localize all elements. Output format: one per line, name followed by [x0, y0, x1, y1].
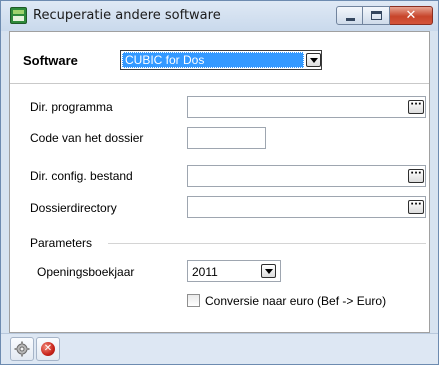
- minimize-button[interactable]: [336, 6, 363, 25]
- program-dir-label: Dir. programma: [30, 100, 113, 114]
- opening-year-value: 2011: [192, 265, 218, 279]
- dossier-directory-label: Dossierdirectory: [30, 201, 117, 215]
- dossier-directory-field[interactable]: [187, 196, 426, 218]
- opening-year-select[interactable]: 2011: [187, 260, 281, 282]
- dossier-directory-browse-button[interactable]: ···: [408, 200, 424, 214]
- parameters-group-label: Parameters: [30, 236, 93, 250]
- euro-conversion-label[interactable]: Conversie naar euro (Bef -> Euro): [205, 294, 386, 308]
- config-file-dir-browse-button[interactable]: ···: [408, 169, 424, 183]
- close-button[interactable]: ✕: [390, 6, 433, 25]
- bottom-toolbar: ✕: [1, 333, 438, 364]
- maximize-icon: [371, 11, 382, 20]
- dialog-client-area: Software CUBIC for Dos Dir. programma ··…: [9, 31, 430, 333]
- cancel-icon: ✕: [41, 342, 55, 356]
- dialog-window: Recuperatie andere software ✕ Software C…: [0, 0, 439, 365]
- caption-buttons: ✕: [336, 6, 433, 25]
- parameters-divider: [108, 243, 426, 244]
- minimize-icon: [346, 18, 355, 21]
- window-title: Recuperatie andere software: [33, 8, 221, 23]
- chevron-down-icon[interactable]: [261, 264, 276, 278]
- software-label: Software: [23, 53, 78, 68]
- chevron-down-icon[interactable]: [306, 53, 321, 67]
- euro-conversion-checkbox[interactable]: [187, 294, 200, 307]
- dossier-code-label: Code van het dossier: [30, 131, 144, 145]
- app-logo-icon: [10, 7, 27, 24]
- title-bar[interactable]: Recuperatie andere software ✕: [1, 1, 438, 31]
- maximize-button[interactable]: [363, 6, 390, 25]
- config-file-dir-field[interactable]: [187, 165, 426, 187]
- program-dir-field[interactable]: [187, 96, 426, 118]
- dossier-code-field[interactable]: [187, 127, 266, 149]
- cancel-button[interactable]: ✕: [36, 337, 60, 361]
- software-selected-value: CUBIC for Dos: [122, 52, 304, 68]
- software-header: Software CUBIC for Dos: [10, 32, 429, 84]
- config-file-dir-label: Dir. config. bestand: [30, 169, 133, 183]
- opening-year-label: Openingsboekjaar: [37, 265, 135, 279]
- program-dir-browse-button[interactable]: ···: [408, 100, 424, 114]
- software-select[interactable]: CUBIC for Dos: [120, 50, 322, 70]
- gear-icon: [14, 341, 30, 357]
- close-icon: ✕: [405, 8, 417, 23]
- settings-button[interactable]: [10, 337, 34, 361]
